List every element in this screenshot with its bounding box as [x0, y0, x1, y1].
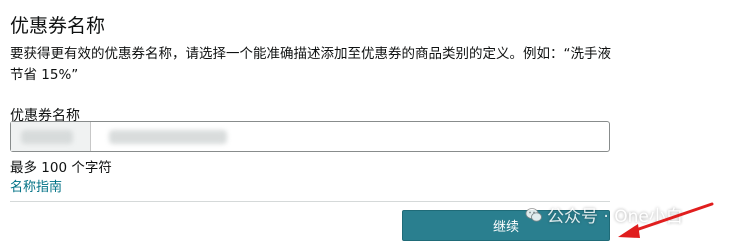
name-guide-link[interactable]: 名称指南 — [10, 176, 62, 195]
continue-button[interactable]: 继续 — [402, 210, 610, 241]
page-description: 要获得更有效的优惠券名称，请选择一个能准确描述添加至优惠券的商品类别的定义。例如… — [10, 46, 611, 83]
coupon-name-prefix — [11, 122, 91, 151]
coupon-name-input[interactable] — [91, 122, 609, 151]
page-title: 优惠券名称 — [10, 15, 106, 37]
red-arrow-annotation — [618, 202, 714, 238]
coupon-name-field — [10, 121, 610, 152]
blurred-prefix-text — [21, 129, 73, 144]
divider — [10, 201, 610, 202]
char-limit-hint: 最多 100 个字符 — [10, 160, 112, 176]
blurred-input-text — [109, 129, 227, 144]
